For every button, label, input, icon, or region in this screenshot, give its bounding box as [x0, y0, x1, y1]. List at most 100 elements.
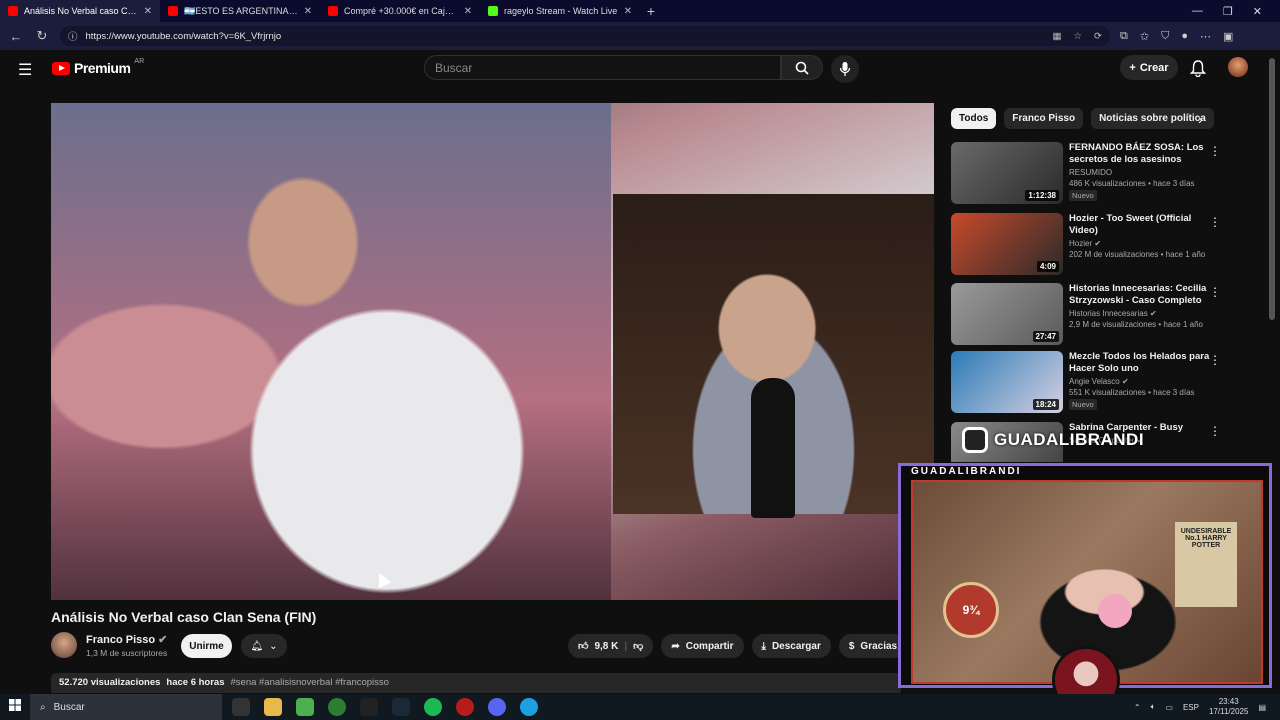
- video-title: Análisis No Verbal caso Clan Sena (FIN): [51, 609, 317, 625]
- close-tab-icon[interactable]: ✕: [144, 6, 152, 17]
- sidebar-icon[interactable]: ▣: [1223, 30, 1233, 43]
- app-icon[interactable]: [456, 698, 474, 716]
- more-vert-icon[interactable]: ⋮: [1209, 285, 1221, 299]
- tab[interactable]: Compré +30.000€ en Cajas Miste ✕: [320, 0, 480, 22]
- clock[interactable]: 23:43 17/11/2025: [1209, 697, 1248, 717]
- create-button[interactable]: + Crear: [1120, 55, 1178, 80]
- platform-sign: 9¾: [943, 582, 999, 638]
- favorites-icon[interactable]: ✩: [1140, 30, 1149, 43]
- share-button[interactable]: ➦ Compartir: [661, 634, 744, 658]
- tab[interactable]: 🇦🇷ESTO ES ARGENTINA! MEJO ✕: [160, 0, 320, 22]
- video-thumbnail[interactable]: 27:47: [951, 283, 1063, 345]
- more-vert-icon[interactable]: ⋮: [1209, 353, 1221, 367]
- tab[interactable]: rageylo Stream - Watch Live ✕: [480, 0, 640, 22]
- thanks-button[interactable]: $ Gracias: [838, 634, 908, 658]
- video-thumbnail[interactable]: 4:09: [951, 213, 1063, 275]
- chip-channel[interactable]: Franco Pisso: [1004, 108, 1084, 129]
- youtube-favicon-icon: [8, 6, 18, 16]
- download-button[interactable]: ⤓ Descargar: [751, 634, 831, 658]
- youtube-header: ☰ Premium AR Buscar + Crear: [0, 50, 1280, 86]
- search-input[interactable]: Buscar: [424, 55, 781, 80]
- recommendation-item[interactable]: 27:47 Historias Innecesarias: Cecilia St…: [951, 283, 1221, 345]
- refresh-icon[interactable]: ↻: [34, 28, 50, 44]
- more-vert-icon[interactable]: ⋮: [1209, 424, 1221, 438]
- taskbar-search[interactable]: ⌕ Buscar: [30, 694, 222, 720]
- hashtags[interactable]: #sena #analisisnoverbal #francopisso: [231, 677, 389, 689]
- video-thumbnail[interactable]: 18:24: [951, 351, 1063, 413]
- video-player[interactable]: [51, 103, 934, 600]
- close-tab-icon[interactable]: ✕: [624, 6, 632, 17]
- thanks-icon: $: [848, 640, 855, 652]
- recommendation-item[interactable]: 4:09 Hozier - Too Sweet (Official Video)…: [951, 213, 1221, 275]
- join-button[interactable]: Unirme: [181, 634, 232, 658]
- thumbs-down-icon[interactable]: 👎︎: [633, 640, 643, 652]
- video-frame-audience: [51, 103, 611, 600]
- thumbs-up-icon: 👍︎: [578, 641, 589, 652]
- close-window-icon[interactable]: ✕: [1253, 5, 1262, 18]
- youtube-logo[interactable]: Premium AR: [52, 58, 144, 76]
- search-icon: ⌕: [40, 701, 46, 713]
- discord-icon[interactable]: [488, 698, 506, 716]
- tab-title: Compré +30.000€ en Cajas Miste: [344, 6, 458, 16]
- minecraft-icon[interactable]: [296, 698, 314, 716]
- extensions-icon[interactable]: ⧉: [1120, 30, 1128, 43]
- wanted-poster: UNDESIRABLE No.1 HARRY POTTER: [1175, 522, 1237, 607]
- network-icon[interactable]: ▭: [1165, 703, 1173, 712]
- channel-avatar[interactable]: [51, 632, 77, 658]
- task-view-icon[interactable]: [232, 698, 250, 716]
- chip-all[interactable]: Todos: [951, 108, 997, 129]
- search-button[interactable]: [781, 55, 823, 80]
- verified-icon: ✔: [1121, 377, 1129, 386]
- description-box[interactable]: 52.720 visualizaciones hace 6 horas #sen…: [51, 673, 901, 693]
- chevron-right-icon[interactable]: ›: [1198, 111, 1203, 127]
- new-tab-button[interactable]: +: [640, 3, 662, 19]
- xbox-icon[interactable]: [328, 698, 346, 716]
- close-tab-icon[interactable]: ✕: [304, 6, 312, 17]
- voice-search-button[interactable]: [831, 55, 859, 83]
- verified-icon: ✔: [1149, 309, 1157, 318]
- gum-bubble: [1098, 594, 1132, 628]
- apps-icon[interactable]: ▦: [1053, 31, 1062, 42]
- tab-active[interactable]: Análisis No Verbal caso Clan ✕: [0, 0, 160, 22]
- steam-icon[interactable]: [392, 698, 410, 716]
- share-icon: ➦: [671, 640, 680, 652]
- edge-icon[interactable]: [520, 698, 538, 716]
- close-tab-icon[interactable]: ✕: [464, 6, 472, 17]
- subscriber-count: 1,3 M de suscriptores: [86, 648, 168, 658]
- more-vert-icon[interactable]: ⋮: [1209, 144, 1221, 158]
- epic-games-icon[interactable]: [360, 698, 378, 716]
- scrollbar[interactable]: [1269, 58, 1275, 320]
- verified-icon: ✔: [158, 634, 168, 646]
- tab-title: 🇦🇷ESTO ES ARGENTINA! MEJO: [184, 5, 298, 16]
- recommendation-item[interactable]: 1:12:38 FERNANDO BÁEZ SOSA: Los secretos…: [951, 142, 1221, 204]
- more-vert-icon[interactable]: ⋮: [1209, 215, 1221, 229]
- subscription-bell-button[interactable]: 🔔︎ ⌄: [241, 634, 287, 658]
- tray-chevron-icon[interactable]: ⌃: [1134, 703, 1141, 712]
- site-info-icon[interactable]: ⓘ: [68, 29, 78, 43]
- menu-icon[interactable]: ☰: [18, 60, 32, 80]
- more-icon[interactable]: ⋯: [1200, 30, 1211, 43]
- language-indicator[interactable]: ESP: [1183, 703, 1199, 712]
- favorite-star-icon[interactable]: ☆: [1074, 31, 1083, 42]
- video-thumbnail[interactable]: 1:12:38: [951, 142, 1063, 204]
- profile-icon[interactable]: ●: [1181, 30, 1188, 43]
- volume-icon[interactable]: 🔈︎: [1151, 702, 1156, 712]
- spotify-icon[interactable]: [424, 698, 442, 716]
- channel-name[interactable]: Franco Pisso ✔: [86, 633, 167, 646]
- youtube-favicon-icon: [168, 6, 178, 16]
- youtube-favicon-icon: [328, 6, 338, 16]
- back-icon[interactable]: ←: [8, 29, 24, 44]
- shield-icon[interactable]: ⛉: [1161, 30, 1169, 43]
- account-avatar[interactable]: [1228, 57, 1248, 77]
- windows-start-icon[interactable]: [0, 698, 30, 716]
- notifications-icon[interactable]: ▤: [1258, 703, 1266, 712]
- restore-icon[interactable]: ❐: [1223, 5, 1233, 18]
- chip-politics[interactable]: Noticias sobre política: [1091, 108, 1214, 129]
- notifications-bell-icon[interactable]: [1190, 59, 1206, 77]
- file-explorer-icon[interactable]: [264, 698, 282, 716]
- like-button[interactable]: 👍︎ 9,8 K | 👎︎: [568, 634, 654, 658]
- extension-icon[interactable]: ⟳: [1094, 31, 1102, 42]
- recommendation-item[interactable]: 18:24 Mezcle Todos los Helados para Hace…: [951, 351, 1221, 413]
- minimize-icon[interactable]: —: [1192, 5, 1203, 18]
- url-field[interactable]: ⓘ https://www.youtube.com/watch?v=6K_Vfr…: [60, 26, 1110, 46]
